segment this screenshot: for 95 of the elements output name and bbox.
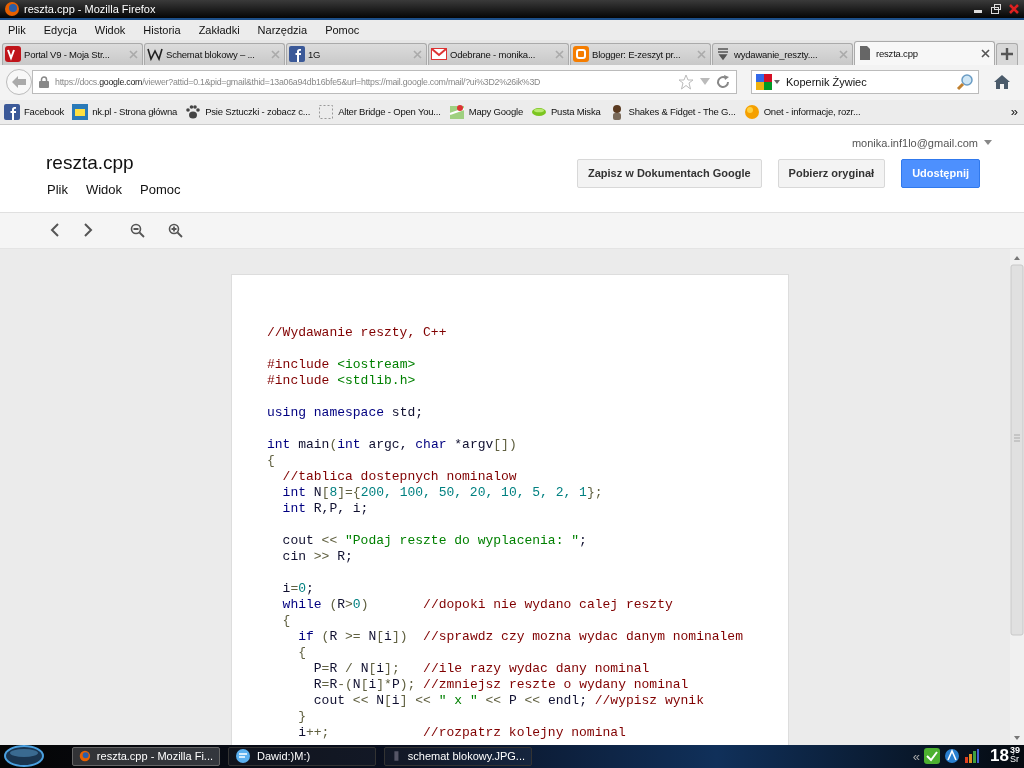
tray-network-icon[interactable]: [964, 748, 981, 765]
blogger-icon: [573, 46, 589, 63]
search-icon[interactable]: [956, 73, 974, 92]
search-engine-icon[interactable]: [756, 74, 780, 91]
bookmark-item[interactable]: Onet - informacje, rozr...: [743, 103, 861, 120]
code-line: i=0;: [281, 580, 315, 597]
code-line: {: [297, 644, 307, 661]
menu-item[interactable]: Plik: [47, 181, 68, 197]
lock-icon: [39, 76, 49, 89]
back-arrow-icon: [11, 75, 27, 90]
browser-tab[interactable]: Schemat blokowy – ...: [144, 42, 285, 65]
window-title: reszta.cpp - Mozilla Firefox: [24, 3, 157, 15]
menu-item[interactable]: Plik: [8, 23, 26, 36]
code-line: cin >> R;: [281, 548, 354, 565]
blank-page-icon: [318, 103, 335, 120]
code-line: i++; //rozpatrz kolejny nominal: [297, 724, 627, 741]
code-line: int main(int argc, char *argv[]): [267, 436, 518, 453]
map-icon: [448, 103, 465, 120]
taskbar-item[interactable]: Dawid:)M:): [228, 747, 376, 766]
browser-tab[interactable]: reszta.cpp: [854, 40, 995, 65]
show-hidden-icons-button[interactable]: «: [912, 749, 921, 764]
list-icon: [715, 46, 731, 63]
address-field[interactable]: https://docs.google.com/viewer?attid=0.1&pid=gmail&thid=13a06a94db16bfe5&url=https://mail.google.com/mail/?ui%3D2%26ik%3D: [32, 70, 737, 95]
code-line: if (R >= N[i]) //sprawdz czy mozna wydac danym nominalem: [297, 628, 744, 645]
start-button-icon[interactable]: [4, 745, 44, 768]
document-title: reszta.cpp: [46, 151, 135, 174]
home-icon[interactable]: [993, 74, 1011, 91]
code-line: R=R-(N[i]*P); //zmniejsz reszte o wydany nominal: [312, 676, 690, 693]
bookmark-item[interactable]: Mapy Google: [448, 103, 523, 120]
tray-circle-icon[interactable]: [944, 748, 961, 765]
menu-item[interactable]: Pomoc: [140, 181, 181, 197]
browser-tab[interactable]: 1G: [286, 42, 427, 65]
restore-icon[interactable]: [990, 3, 1002, 15]
menu-item[interactable]: Zakładki: [198, 23, 240, 36]
code-line: {: [267, 452, 276, 469]
bookmark-item[interactable]: Facebook: [4, 103, 65, 120]
logo-icon: [72, 103, 89, 120]
code-line: int N[8]={200, 100, 50, 20, 10, 5, 2, 1};: [281, 484, 604, 501]
menu-item[interactable]: Widok: [94, 23, 126, 36]
logo-icon: [147, 46, 163, 63]
action-button[interactable]: Zapisz w Dokumentach Google: [577, 158, 762, 188]
menu-item[interactable]: Narzędzia: [257, 23, 308, 36]
code-line: cout << N[i] << " x " << P << endl; //wypisz wynik: [312, 692, 705, 709]
facebook-icon: [4, 103, 20, 120]
taskbar-item[interactable]: reszta.cpp - Mozilla Fi...: [72, 747, 220, 766]
new-tab-button[interactable]: [996, 42, 1018, 65]
browser-tab[interactable]: Portal V9 - Moja Str...: [2, 42, 143, 65]
code-line: int R,P, i;: [281, 500, 370, 517]
zoom-out-icon[interactable]: [130, 222, 145, 238]
browser-tab[interactable]: Blogger: E-zeszyt pr...: [570, 42, 711, 65]
bookmark-item[interactable]: Alter Bridge - Open You...: [318, 103, 441, 120]
tray-check-icon[interactable]: [924, 748, 941, 765]
menu-item[interactable]: Widok: [85, 181, 123, 197]
paw-icon: [185, 103, 202, 120]
account-menu[interactable]: monika.inf1lo@gmail.com: [851, 136, 992, 149]
action-button[interactable]: Pobierz oryginał: [777, 158, 886, 188]
more-bookmarks-button[interactable]: »: [1010, 104, 1018, 120]
facebook-icon: [289, 46, 305, 63]
browser-tab[interactable]: Odebrane - monika...: [428, 42, 569, 65]
close-icon[interactable]: [981, 48, 990, 58]
next-icon[interactable]: [83, 223, 93, 238]
search-field[interactable]: Kopernik Żywiec: [751, 70, 979, 95]
chat-icon: [235, 748, 251, 765]
taskbar-item[interactable]: schemat blokowy.JPG...: [384, 747, 532, 766]
code-line: {: [281, 612, 292, 629]
close-icon[interactable]: [1008, 3, 1020, 15]
code-line: }: [297, 708, 307, 725]
bookmark-item[interactable]: Shakes & Fidget - The G...: [608, 103, 736, 120]
mail-icon: [431, 46, 447, 63]
fruit-icon: [743, 103, 760, 120]
code-line: #include <stdlib.h>: [267, 372, 417, 389]
code-line: using namespace std;: [267, 404, 425, 421]
code-line: //Wydawanie reszty, C++: [267, 324, 448, 341]
logo-icon: [5, 46, 21, 63]
menu-item[interactable]: Pomoc: [325, 23, 360, 36]
code-line: while (R>0) //dopoki nie wydano calej reszty: [281, 596, 674, 613]
browser-tab[interactable]: wydawanie_reszty....: [712, 42, 853, 65]
zoom-in-icon[interactable]: [168, 222, 183, 238]
code-line: //tablica dostepnych nominalow: [281, 468, 518, 485]
previous-icon[interactable]: [50, 223, 60, 238]
code-line: #include <iostream>: [267, 356, 417, 373]
bookmark-item[interactable]: nk.pl - Strona główna: [72, 103, 178, 120]
caret-icon: [984, 140, 992, 146]
code-line: P=R / N[i]; //ile razy wydac dany nominal: [312, 660, 651, 677]
reload-icon[interactable]: [716, 75, 730, 90]
star-icon[interactable]: [678, 74, 694, 91]
menu-item[interactable]: Historia: [143, 23, 181, 36]
plus-icon: [1000, 47, 1014, 62]
menu-item[interactable]: Edycja: [43, 23, 77, 36]
document-icon: [857, 45, 873, 62]
bookmark-item[interactable]: Pusta Miska: [531, 103, 601, 120]
code-line: cout << "Podaj reszte do wyplacenia: ";: [281, 532, 588, 549]
bookmark-item[interactable]: Psie Sztuczki - zobacz c...: [185, 103, 311, 120]
address-text: https://docs.google.com/viewer?attid=0.1&pid=gmail&thid=13a06a94db16bfe5&url=https://mail.google.com/mail/?ui%3D2%26ik%3D: [55, 77, 542, 88]
browser-icon: [4, 1, 20, 17]
